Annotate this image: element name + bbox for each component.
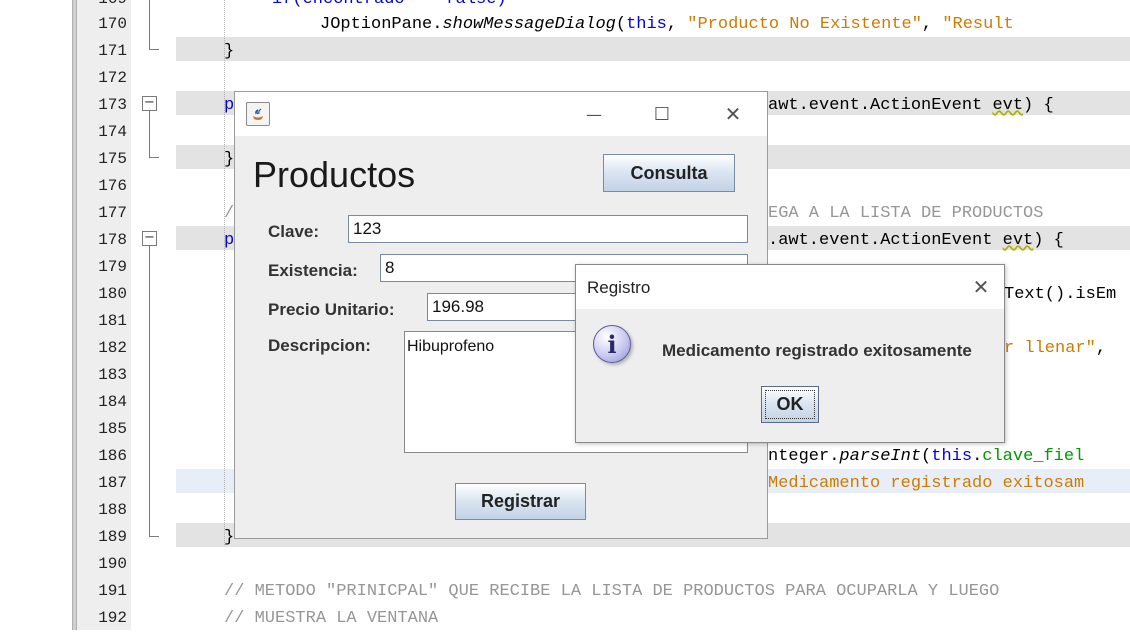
line-number: 179	[98, 258, 127, 276]
line-number: 172	[98, 69, 127, 87]
line-number: 190	[98, 555, 127, 573]
line-number: 188	[98, 501, 127, 519]
code-token: showMessageDialog	[442, 15, 616, 34]
registro-title: Registro	[587, 278, 651, 297]
code-token: (	[615, 15, 627, 34]
code-token: ,	[921, 15, 943, 34]
minimize-button[interactable]: —	[577, 100, 611, 128]
line-number: 187	[98, 474, 127, 492]
clave-label: Clave:	[268, 222, 320, 241]
line-number: 178	[98, 231, 127, 249]
code-line-191: // METODO "PRINICPAL" QUE RECIBE LA LIST…	[224, 582, 1000, 601]
registro-titlebar[interactable]: Registro ✕	[576, 265, 1004, 309]
line-number: 186	[98, 447, 127, 465]
code-token: awt.event.ActionEvent	[768, 96, 993, 115]
registro-dialog: Registro ✕ i Medicamento registrado exit…	[575, 264, 1005, 443]
line-number: 192	[98, 609, 127, 627]
code-token: r llenar"	[1004, 339, 1096, 358]
code-token: parseInt	[839, 447, 922, 466]
code-token: ,	[666, 15, 688, 34]
descripcion-label: Descripcion:	[268, 336, 371, 355]
line-number: 183	[98, 366, 127, 384]
line-number: 175	[98, 150, 127, 168]
code-token: this	[626, 15, 667, 34]
code-line-182-end: r llenar",	[1004, 335, 1106, 362]
line-number: 173	[98, 96, 127, 114]
line-number: 176	[98, 177, 127, 195]
fold-line	[149, 0, 150, 50]
code-token: JOptionPane.	[320, 15, 443, 34]
line-number: 182	[98, 339, 127, 357]
code-line-192: // MUESTRA LA VENTANA	[224, 609, 439, 628]
code-line-177-end: EGA A LA LISTA DE PRODUCTOS	[768, 204, 1044, 223]
maximize-button[interactable]: ☐	[645, 100, 679, 128]
line-number: 180	[98, 285, 127, 303]
fold-line	[149, 111, 150, 157]
indent-guide	[224, 0, 225, 545]
java-icon	[246, 102, 270, 126]
line-number: 177	[98, 204, 127, 222]
line-number: 189	[98, 528, 127, 546]
code-line-173-start: p	[224, 92, 234, 119]
code-token: ) {	[1023, 96, 1054, 115]
code-token: ) {	[1033, 231, 1064, 250]
left-panel-edge	[0, 0, 72, 630]
code-line-189: }	[224, 528, 235, 547]
code-token: "Result	[942, 15, 1014, 34]
line-number: 181	[98, 312, 127, 330]
code-token: p	[224, 231, 235, 250]
fold-toggle-178[interactable]: −	[142, 231, 157, 246]
registrar-button[interactable]: Registrar	[455, 483, 586, 520]
code-token: .awt.event.ActionEvent	[768, 231, 1003, 250]
fold-toggle-173[interactable]: −	[142, 96, 157, 111]
existencia-label: Existencia:	[268, 261, 358, 280]
precio-label: Precio Unitario:	[268, 300, 395, 319]
code-token: nteger.	[768, 447, 840, 466]
dialog-message: Medicamento registrado exitosamente	[662, 341, 972, 360]
code-token: evt	[992, 96, 1024, 115]
fold-line	[149, 246, 150, 536]
code-line-178-start: p	[224, 227, 234, 254]
line-number: 191	[98, 582, 127, 600]
code-line-178-end: .awt.event.ActionEvent evt) {	[768, 227, 1064, 254]
code-line-171: }	[224, 42, 235, 61]
information-icon: i	[593, 325, 631, 363]
code-token: clave_fiel	[982, 447, 1085, 466]
line-number: 170	[98, 15, 127, 33]
code-token: this	[931, 447, 973, 466]
code-line-180-end: Text().isEm	[1004, 285, 1117, 304]
ok-button[interactable]: OK	[761, 386, 819, 423]
fold-end	[149, 157, 159, 158]
fold-end	[149, 49, 159, 50]
line-number: 174	[98, 123, 127, 141]
code-line-187-end: Medicamento registrado exitosam	[768, 474, 1085, 493]
close-button[interactable]: ✕	[716, 100, 750, 128]
code-token: ,	[1095, 339, 1107, 358]
code-line-175: }	[224, 150, 235, 169]
code-line-170: JOptionPane.showMessageDialog(this, "Pro…	[320, 11, 1014, 38]
code-line-173-end: awt.event.ActionEvent evt) {	[768, 92, 1054, 119]
dialog-close-button[interactable]: ✕	[964, 273, 998, 301]
highlight-row-171	[176, 37, 1130, 61]
code-line-186-end: nteger.parseInt(this.clave_fiel	[768, 443, 1084, 470]
clave-field[interactable]: 123	[348, 215, 748, 243]
code-token: evt	[1002, 231, 1034, 250]
code-line-177-start: /	[224, 204, 235, 223]
code-token: "Producto No Existente"	[687, 15, 922, 34]
line-number: 184	[98, 393, 127, 411]
fold-end	[149, 536, 159, 537]
line-number: 171	[98, 42, 127, 60]
line-number: 185	[98, 420, 127, 438]
code-token: if(encontrado == false)	[272, 0, 507, 9]
code-token: .	[972, 447, 983, 466]
code-token: p	[224, 96, 235, 115]
consulta-button[interactable]: Consulta	[603, 154, 735, 192]
code-token: (	[921, 447, 932, 466]
productos-titlebar[interactable]: — ☐ ✕	[235, 92, 767, 136]
productos-heading: Productos	[253, 154, 416, 195]
